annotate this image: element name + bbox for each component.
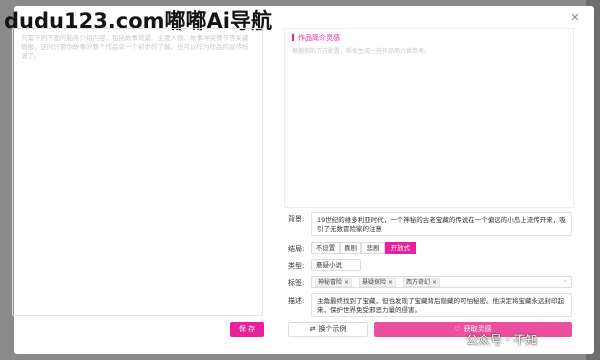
chevron-down-icon[interactable]: ⌄ [562, 276, 568, 284]
tag-text: 悬疑探险 [362, 279, 387, 286]
type-label: 类型: [288, 262, 305, 270]
synopsis-placeholder: 只需下列下面的脑条介绍内容，包括故事背景、主要人物、故事冲突情节等关键情报，这时… [21, 34, 249, 60]
tag-text: 神秘冒险 [318, 279, 343, 286]
tag-chip[interactable]: 悬疑探险 × [359, 278, 396, 287]
wechat-watermark: 公众号 · 不知 [466, 333, 538, 347]
description-label: 描述: [288, 297, 305, 305]
close-icon[interactable]: ✕ [568, 11, 582, 25]
tag-remove-icon[interactable]: × [388, 279, 393, 286]
tags-label: 标签: [288, 279, 305, 287]
ending-option-comedy[interactable]: 喜剧 [340, 242, 361, 254]
tag-chip[interactable]: 西方奇幻 × [403, 278, 440, 287]
panel-title: 作品简介灵感 [292, 33, 566, 43]
title-accent-bar [292, 34, 294, 41]
swap-icon: ⇄ [309, 325, 316, 333]
inspiration-results-panel: 作品简介灵感 根据你的下方配置，帮你生成一些作品简介供参考。 [284, 28, 574, 208]
ending-label: 结局: [288, 245, 305, 253]
panel-title-text: 作品简介灵感 [298, 34, 340, 42]
tag-remove-icon[interactable]: × [432, 279, 437, 286]
panel-description: 根据你的下方配置，帮你生成一些作品简介供参考。 [292, 48, 431, 55]
background-field[interactable]: 19世纪的维多利亚时代，一个神秘的古老宝藏的传说在一个偏远的小岛上流传开来，吸引… [311, 212, 572, 236]
ending-option-none[interactable]: 不设置 [311, 242, 340, 254]
ending-option-tragedy[interactable]: 悲剧 [361, 242, 385, 254]
ending-option-open[interactable]: 开放式 [385, 242, 416, 254]
tag-remove-icon[interactable]: × [344, 279, 349, 286]
lightbulb-icon: ♡ [454, 325, 461, 333]
description-field[interactable]: 主角最终找到了宝藏，但也发现了宝藏背后隐藏的可怕秘密。他决定将宝藏永远封印起来，… [311, 293, 572, 317]
change-example-label: 换个示例 [318, 325, 347, 333]
tag-chip[interactable]: 神秘冒险 × [315, 278, 352, 287]
type-select[interactable]: 悬疑小说 [311, 259, 361, 271]
background-label: 背景: [288, 215, 305, 223]
save-button[interactable]: 保 存 [230, 322, 264, 337]
tag-text: 西方奇幻 [406, 279, 431, 286]
tags-select[interactable]: 神秘冒险 × 悬疑探险 × 西方奇幻 × ⌄ [311, 276, 572, 288]
change-example-button[interactable]: ⇄ 换个示例 [288, 322, 368, 337]
synopsis-textarea[interactable]: 只需下列下面的脑条介绍内容，包括故事背景、主要人物、故事冲突情节等关键情报，这时… [12, 28, 263, 316]
